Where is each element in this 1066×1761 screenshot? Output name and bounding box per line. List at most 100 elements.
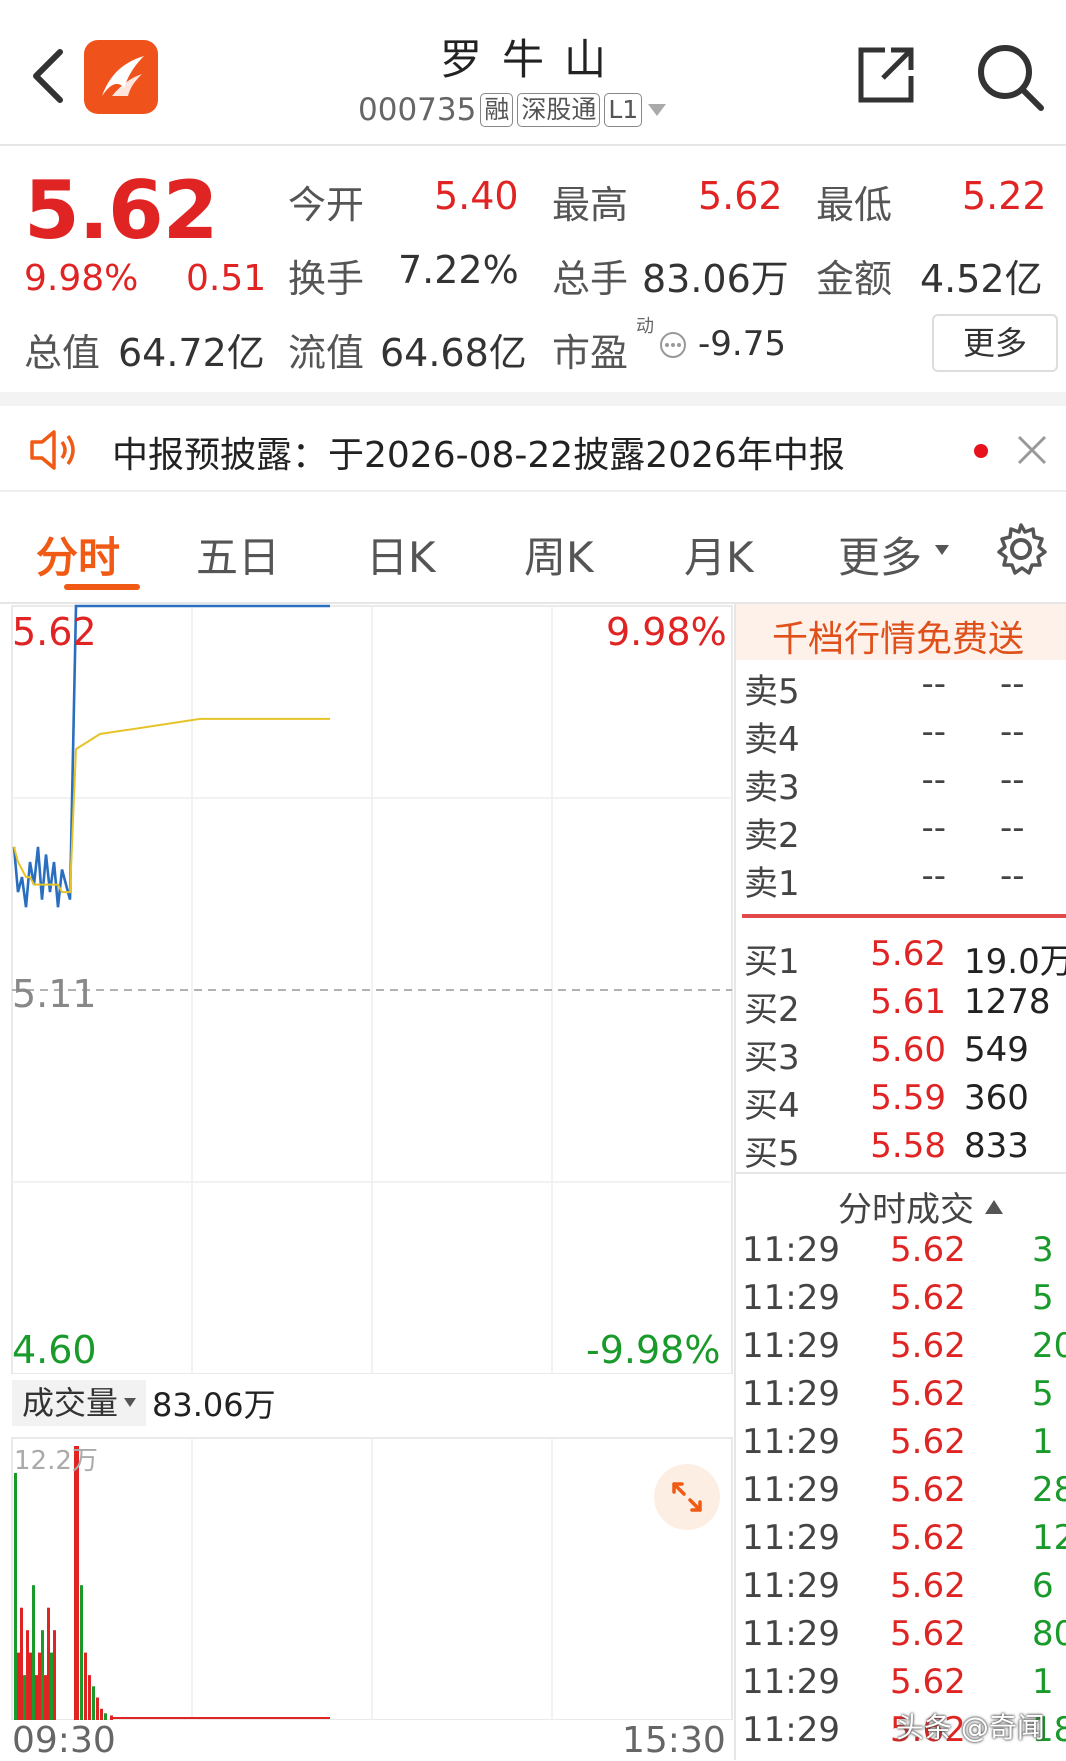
level-badge: L1	[604, 93, 643, 127]
trade-volume: 1	[1032, 1662, 1054, 1702]
tab-five-day[interactable]: 五日	[196, 524, 280, 585]
bid-label: 买5	[744, 1134, 800, 1174]
ask-row[interactable]: 卖5 -- --	[744, 664, 1066, 712]
trade-time: 11:29	[742, 1326, 840, 1366]
search-icon[interactable]	[975, 42, 1045, 112]
trade-volume: 6	[1032, 1566, 1054, 1606]
intraday-chart[interactable]: 5.62 9.98% 5.11 4.60 -9.98% 成交量 83.06万 1…	[0, 604, 734, 1761]
trade-row: 11:29 5.62 5	[742, 1278, 1066, 1326]
depth-promo-banner[interactable]: 千档行情免费送	[736, 604, 1066, 660]
caret-down-icon	[124, 1398, 137, 1407]
volume-bar	[100, 1708, 103, 1720]
bid-price: 5.59	[870, 1078, 946, 1118]
chevron-down-icon[interactable]	[646, 102, 668, 118]
time-start-label: 09:30	[12, 1720, 116, 1761]
bid-row[interactable]: 买3 5.60 549	[744, 1030, 1066, 1078]
amount-label: 金额	[816, 257, 893, 301]
mcap-value: 64.72亿	[118, 331, 265, 375]
stock-code-row: 000735 融 深股通 L1	[358, 92, 668, 128]
bid-price: 5.61	[870, 982, 946, 1022]
chart-tabs: 分时 五日 日K 周K 月K 更多	[0, 494, 1066, 604]
volume-chart[interactable]	[0, 1436, 734, 1720]
volume-selector[interactable]: 成交量	[12, 1380, 147, 1426]
tab-weekly-k[interactable]: 周K	[524, 524, 594, 585]
sort-up-icon	[985, 1199, 1003, 1214]
tab-intraday[interactable]: 分时	[36, 524, 120, 585]
ask-price: --	[921, 712, 946, 752]
volume-bar	[41, 1630, 44, 1720]
tab-more-caret-icon	[935, 545, 949, 555]
pe-superscript: 动	[636, 316, 654, 337]
more-stats-button[interactable]: 更多	[932, 314, 1058, 372]
volume-bar	[44, 1675, 47, 1720]
price-chart[interactable]	[0, 604, 734, 1374]
notice-text[interactable]: 中报预披露：于2026-08-22披露2026年中报	[112, 426, 845, 478]
float-label: 流值	[288, 331, 365, 375]
volume-bar	[53, 1630, 56, 1720]
trade-price: 5.62	[890, 1614, 966, 1654]
mcap-label: 总值	[24, 331, 101, 375]
bid-volume: 19.0万	[964, 942, 1066, 982]
ask-row[interactable]: 卖2 -- --	[744, 808, 1066, 856]
gear-icon[interactable]	[994, 522, 1048, 576]
trade-time: 11:29	[742, 1374, 840, 1414]
bid-price: 5.62	[870, 934, 946, 974]
trade-time: 11:29	[742, 1470, 840, 1510]
volume-label: 总手	[552, 257, 629, 301]
bid-label: 买1	[744, 942, 800, 982]
bid-label: 买3	[744, 1038, 800, 1078]
price-mid-label: 5.11	[12, 972, 97, 1016]
bid-row[interactable]: 买4 5.59 360	[744, 1078, 1066, 1126]
volume-bar	[14, 1473, 17, 1720]
trade-price: 5.62	[890, 1518, 966, 1558]
close-icon[interactable]	[1016, 434, 1048, 466]
low-label: 最低	[816, 183, 893, 227]
trade-volume: 80	[1032, 1614, 1066, 1654]
depth-promo-text[interactable]: 千档行情免费送	[772, 610, 1024, 662]
tab-monthly-k[interactable]: 月K	[684, 524, 754, 585]
share-icon[interactable]	[855, 44, 917, 106]
bid-volume: 549	[964, 1030, 1029, 1070]
trade-price: 5.62	[890, 1470, 966, 1510]
volume-bar	[84, 1652, 87, 1720]
unread-dot	[974, 444, 988, 458]
ask-label: 卖1	[744, 864, 800, 904]
info-icon[interactable]	[658, 330, 688, 360]
watermark: 头条 @奇闻	[896, 1711, 1045, 1744]
ask-row[interactable]: 卖1 -- --	[744, 856, 1066, 904]
price-top-label: 5.62	[12, 610, 97, 654]
ask-row[interactable]: 卖3 -- --	[744, 760, 1066, 808]
pe-label: 市盈	[552, 331, 629, 375]
volume-bar	[29, 1652, 32, 1720]
bid-price: 5.58	[870, 1126, 946, 1166]
top-bar: 罗牛山 000735 融 深股通 L1	[0, 0, 1066, 146]
volume-bar	[74, 1446, 79, 1720]
bid-row[interactable]: 买5 5.58 833	[744, 1126, 1066, 1174]
volume-bar	[96, 1697, 99, 1720]
trade-time: 11:29	[742, 1422, 840, 1462]
last-price: 5.62	[24, 164, 218, 257]
amount-value: 4.52亿	[920, 257, 1043, 301]
notice-bar[interactable]: 中报预披露：于2026-08-22披露2026年中报	[0, 392, 1066, 492]
ask-price: --	[921, 808, 946, 848]
bid-row[interactable]: 买1 5.62 19.0万	[744, 934, 1066, 982]
change-pct: 9.98%	[24, 258, 139, 299]
trade-volume: 20	[1032, 1326, 1066, 1366]
volume-bar	[20, 1607, 23, 1720]
ask-volume: --	[1000, 760, 1025, 800]
trades-header-label: 分时成交	[838, 1190, 974, 1230]
bid-row[interactable]: 买2 5.61 1278	[744, 982, 1066, 1030]
ask-volume: --	[1000, 808, 1025, 848]
trade-row: 11:29 5.62 12	[742, 1518, 1066, 1566]
trade-time: 11:29	[742, 1710, 840, 1750]
margin-badge: 融	[480, 93, 514, 127]
price-bottom-label: 4.60	[12, 1328, 97, 1372]
tab-more[interactable]: 更多	[838, 524, 922, 585]
connect-badge: 深股通	[517, 93, 601, 127]
trade-price: 5.62	[890, 1230, 966, 1270]
expand-button[interactable]	[654, 1464, 720, 1530]
bid-volume: 833	[964, 1126, 1029, 1166]
tab-daily-k[interactable]: 日K	[366, 524, 436, 585]
trades-header[interactable]: 分时成交	[838, 1182, 1004, 1231]
ask-row[interactable]: 卖4 -- --	[744, 712, 1066, 760]
